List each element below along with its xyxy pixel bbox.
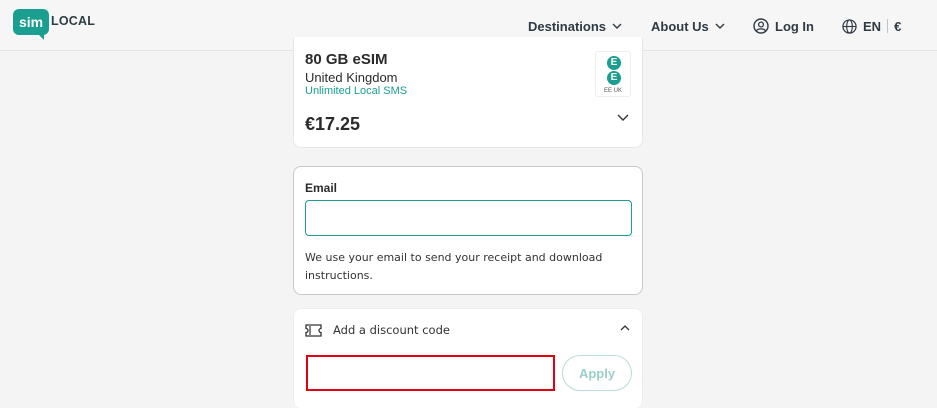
nav-about-label: About Us (651, 18, 709, 34)
simlocal-logo[interactable]: sim LOCAL (13, 9, 97, 43)
carrier-logo-letter: E (607, 71, 621, 85)
nav-login[interactable]: Log In (753, 17, 814, 35)
discount-toggle[interactable]: Add a discount code (305, 321, 632, 339)
discount-section: Add a discount code Apply (293, 308, 643, 408)
divider (887, 19, 889, 33)
logo-bubble-tail (35, 31, 44, 40)
plan-feature: Unlimited Local SMS (305, 85, 408, 97)
nav-language-currency[interactable]: EN € (842, 17, 901, 35)
plan-price: €17.25 (305, 114, 361, 134)
plan-summary-card[interactable]: 80 GB eSIM United Kingdom Unlimited Loca… (293, 37, 643, 148)
currency-label: € (894, 18, 902, 34)
chevron-up-icon (620, 325, 630, 331)
plan-country: United Kingdom (305, 70, 398, 85)
email-label: Email (305, 181, 338, 195)
email-field[interactable] (305, 200, 632, 236)
ticket-icon (305, 323, 322, 337)
chevron-down-icon[interactable] (617, 114, 629, 122)
nav-login-label: Log In (775, 18, 814, 34)
globe-icon (842, 18, 857, 34)
carrier-logo-label: EE UK (603, 88, 622, 94)
email-section: Email We use your email to send your rec… (293, 166, 643, 295)
discount-label: Add a discount code (333, 323, 450, 337)
chevron-down-icon (612, 23, 622, 29)
email-help-text: We use your email to send your receipt a… (305, 251, 603, 282)
nav-destinations[interactable]: Destinations (528, 17, 622, 35)
carrier-logo-letter: E (607, 56, 621, 70)
apply-button[interactable]: Apply (562, 355, 632, 391)
user-icon (753, 18, 769, 34)
language-label: EN (863, 18, 882, 34)
chevron-down-icon (715, 23, 725, 29)
plan-name: 80 GB eSIM (305, 51, 388, 68)
discount-code-input[interactable] (306, 355, 555, 391)
nav-about[interactable]: About Us (651, 17, 725, 35)
logo-local-text: LOCAL (51, 14, 96, 28)
nav-destinations-label: Destinations (528, 18, 607, 34)
carrier-logo: E E EE UK (595, 51, 631, 97)
